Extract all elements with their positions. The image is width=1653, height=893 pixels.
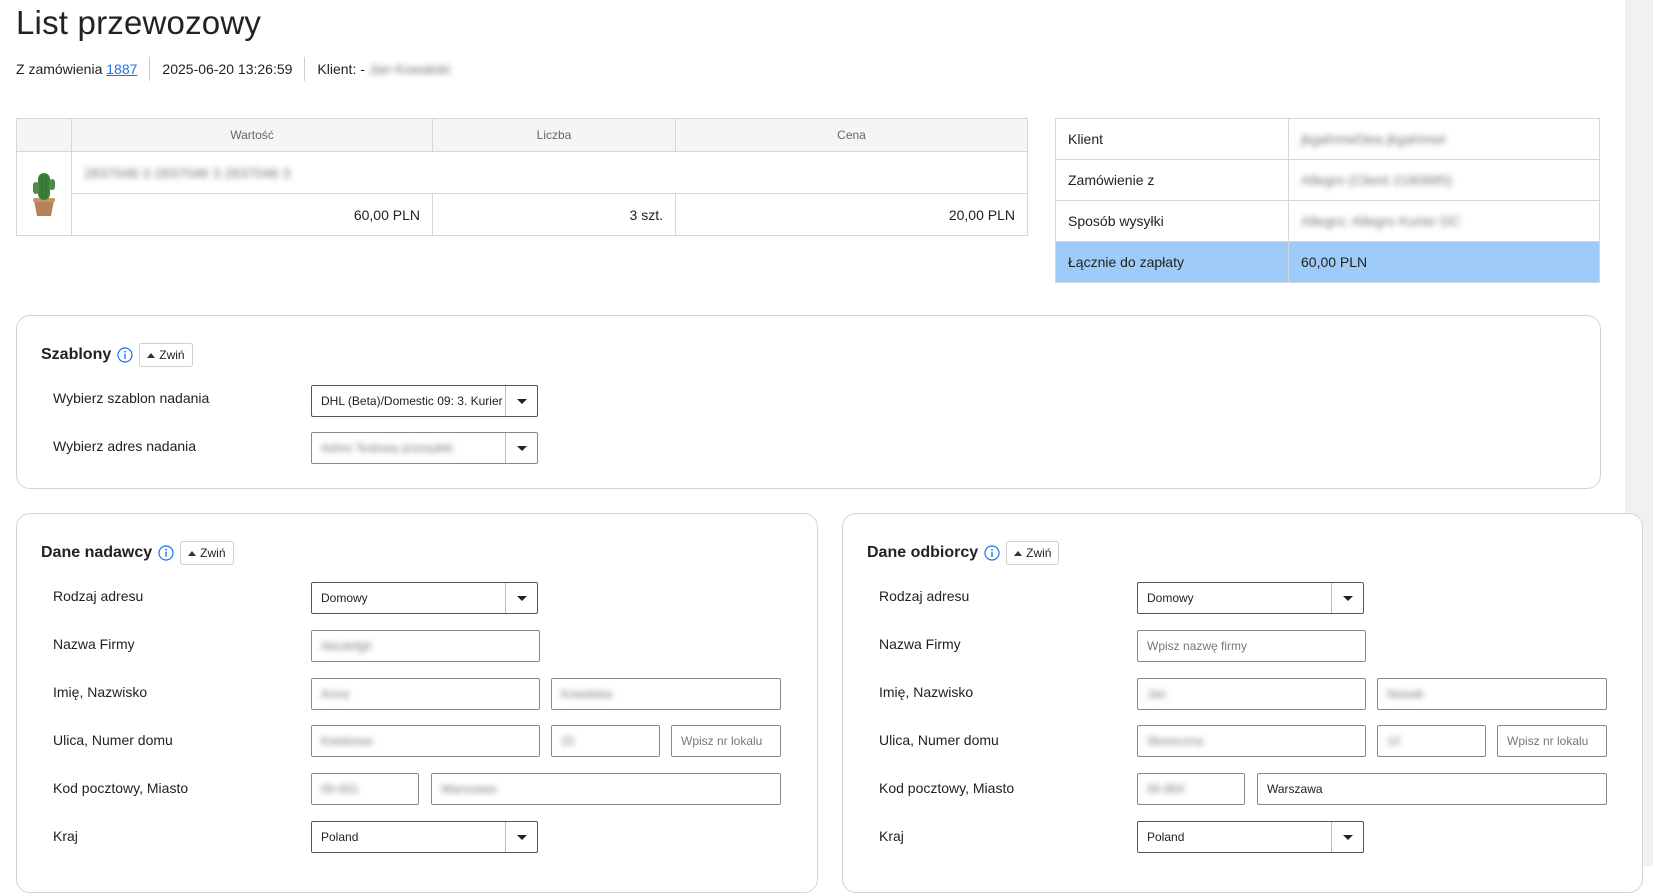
product-quantity: 3 szt. [432,193,676,236]
caret-down-icon [505,386,537,416]
quantity-column-header: Liczba [432,118,676,152]
caret-down-icon [505,822,537,852]
sender-name-label: Imię, Nazwisko [53,684,148,700]
price-column-header: Cena [675,118,1028,152]
sender-postal-input[interactable]: 00-001 [311,773,419,805]
recipient-company-label: Nazwa Firmy [879,636,961,652]
summary-label-client: Klient [1055,118,1289,160]
summary-label-order-from: Zamówienie z [1055,159,1289,201]
caret-down-icon [505,583,537,613]
order-source: Z zamówienia 1887 [16,57,149,81]
sender-country-label: Kraj [53,828,78,844]
total-value: 60,00 PLN [1288,241,1600,283]
templates-panel [16,315,1601,489]
caret-down-icon [1331,583,1363,613]
product-name: 2837046 3 2837046 3 2837046 3 [71,151,1028,194]
shipping-address-select[interactable]: Adres Testowy przesyłek [311,432,538,464]
caret-down-icon [505,433,537,463]
order-summary-table: Klient jkgahmwl3ea jkgahmwl Zamówienie z… [1055,118,1600,283]
sender-address-type-select[interactable]: Domowy [311,582,538,614]
info-icon[interactable] [158,545,174,561]
recipient-address-type-select[interactable]: Domowy [1137,582,1364,614]
sender-flat-number-input[interactable]: Wpisz nr lokalu [671,725,781,757]
info-icon[interactable] [984,545,1000,561]
summary-label-shipping: Sposób wysyłki [1055,200,1289,242]
template-select-label: Wybierz szablon nadania [53,390,210,406]
summary-total-row: Łącznie do zapłaty 60,00 PLN [1055,241,1600,283]
recipient-city-input[interactable]: Warszawa [1257,773,1607,805]
recipient-address-type-label: Rodzaj adresu [879,588,970,604]
recipient-first-name-input[interactable]: Jan [1137,678,1366,710]
caret-up-icon [147,352,156,358]
summary-row: Zamówienie z Allegro (Client 2180685) [1055,159,1600,201]
sender-first-name-input[interactable]: Anna [311,678,540,710]
caret-up-icon [188,550,197,556]
sender-address-type-label: Rodzaj adresu [53,588,144,604]
template-select[interactable]: DHL (Beta)/Domestic 09: 3. Kurier [311,385,538,417]
client-value: Jan Kowalski [368,61,451,77]
recipient-title: Dane odbiorcy [867,544,979,561]
sender-title: Dane nadawcy [41,544,153,561]
recipient-country-label: Kraj [879,828,904,844]
sender-country-select[interactable]: Poland [311,821,538,853]
product-value: 60,00 PLN [71,193,433,236]
sender-company-input[interactable]: Abcdefgh [311,630,540,662]
recipient-street-label: Ulica, Numer domu [879,732,999,748]
recipient-company-input[interactable]: Wpisz nazwę firmy [1137,630,1366,662]
summary-value-client: jkgahmwl3ea jkgahmwl [1288,118,1600,160]
order-number-link[interactable]: 1887 [106,61,137,77]
image-column-header [16,118,72,152]
recipient-postal-label: Kod pocztowy, Miasto [879,780,1015,796]
client-label: Klient: - [317,61,365,77]
sender-city-input[interactable]: Warszawa [431,773,781,805]
address-select-label: Wybierz adres nadania [53,438,197,454]
recipient-country-select[interactable]: Poland [1137,821,1364,853]
product-image [16,151,72,236]
sender-street-input[interactable]: Kwiatowa [311,725,540,757]
templates-header: Szablony Zwiń [41,343,193,367]
info-icon[interactable] [117,347,133,363]
summary-value-shipping: Allegro: Allegro Kurier DC [1288,200,1600,242]
order-meta: Z zamówienia 1887 2025-06-20 13:26:59 Kl… [16,57,462,81]
recipient-last-name-input[interactable]: Nowak [1377,678,1607,710]
cactus-image [33,173,55,216]
products-table: Wartość Liczba Cena 2837046 3 2837046 3 … [16,118,1028,236]
summary-value-order-from: Allegro (Client 2180685) [1288,159,1600,201]
recipient-street-input[interactable]: Słoneczna [1137,725,1366,757]
product-price: 20,00 PLN [675,193,1028,236]
caret-down-icon [1331,822,1363,852]
recipient-collapse-button[interactable]: Zwiń [1006,541,1060,565]
templates-title: Szablony [41,346,112,363]
sender-company-label: Nazwa Firmy [53,636,135,652]
sender-header: Dane nadawcy Zwiń [41,541,234,565]
recipient-postal-input[interactable]: 00-950 [1137,773,1245,805]
sender-last-name-input[interactable]: Kowalska [551,678,781,710]
summary-row: Sposób wysyłki Allegro: Allegro Kurier D… [1055,200,1600,242]
summary-row: Klient jkgahmwl3ea jkgahmwl [1055,118,1600,160]
sender-house-number-input[interactable]: 15 [551,725,660,757]
recipient-house-number-input[interactable]: 12 [1377,725,1486,757]
recipient-name-label: Imię, Nazwisko [879,684,974,700]
caret-up-icon [1014,550,1023,556]
client-info: Klient: - Jan Kowalski [304,57,462,81]
order-datetime: 2025-06-20 13:26:59 [149,57,304,81]
sender-collapse-button[interactable]: Zwiń [180,541,234,565]
page-title: List przewozowy [16,4,262,41]
total-label: Łącznie do zapłaty [1055,241,1289,283]
sender-postal-label: Kod pocztowy, Miasto [53,780,189,796]
from-order-label: Z zamówienia [16,61,103,77]
value-column-header: Wartość [71,118,433,152]
recipient-flat-number-input[interactable]: Wpisz nr lokalu [1497,725,1607,757]
recipient-header: Dane odbiorcy Zwiń [867,541,1060,565]
sender-street-label: Ulica, Numer domu [53,732,173,748]
templates-collapse-button[interactable]: Zwiń [139,343,193,367]
